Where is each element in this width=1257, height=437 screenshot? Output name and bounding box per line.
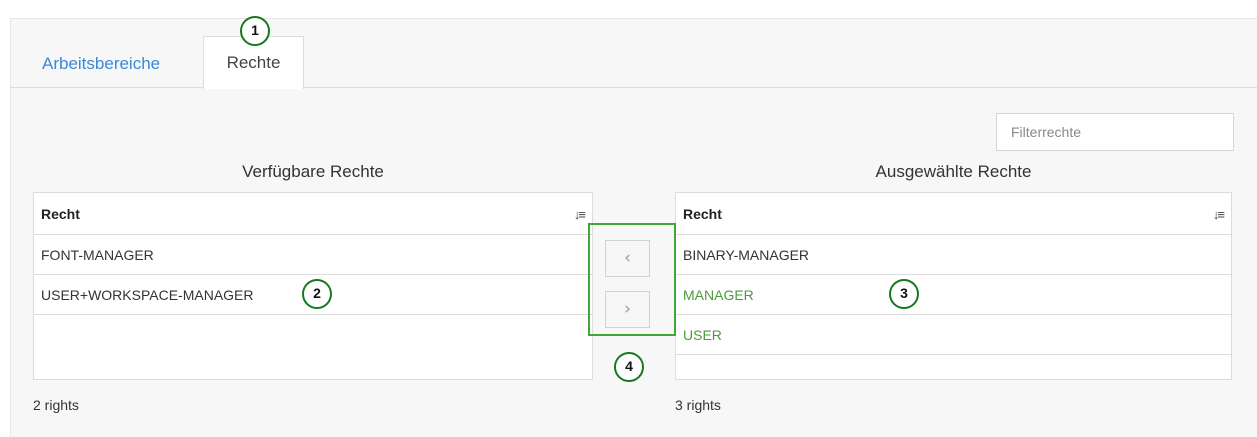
available-rights-title: Verfügbare Rechte xyxy=(242,162,384,181)
table-header[interactable]: Recht ↓≡ xyxy=(676,193,1231,235)
table-header[interactable]: Recht ↓≡ xyxy=(34,193,592,235)
sort-icon[interactable]: ↓≡ xyxy=(1213,193,1225,236)
column-header-recht: Recht xyxy=(683,206,722,222)
table-row[interactable]: USER xyxy=(676,315,1231,355)
available-count: 2 rights xyxy=(33,397,79,413)
callout-marker: 1 xyxy=(240,16,270,46)
callout-marker: 4 xyxy=(614,352,644,382)
table-row-empty xyxy=(34,315,592,354)
callout-marker: 2 xyxy=(302,279,332,309)
callout-marker: 3 xyxy=(889,279,919,309)
sort-icon[interactable]: ↓≡ xyxy=(574,193,586,236)
table-row[interactable]: MANAGER xyxy=(676,275,1231,315)
move-right-button[interactable]: › xyxy=(605,291,650,328)
tab-arbeitsbereiche[interactable]: Arbeitsbereiche xyxy=(28,40,174,88)
move-left-button[interactable]: ‹ xyxy=(605,240,650,277)
table-row[interactable]: BINARY-MANAGER xyxy=(676,235,1231,275)
selected-rights-table: Recht ↓≡ BINARY-MANAGER MANAGER USER xyxy=(675,192,1232,380)
tab-divider xyxy=(10,87,1257,88)
selected-rights-title: Ausgewählte Rechte xyxy=(875,162,1032,181)
selected-count: 3 rights xyxy=(675,397,721,413)
column-header-recht: Recht xyxy=(41,206,80,222)
filter-input[interactable] xyxy=(996,113,1234,151)
table-row[interactable]: FONT-MANAGER xyxy=(34,235,592,275)
